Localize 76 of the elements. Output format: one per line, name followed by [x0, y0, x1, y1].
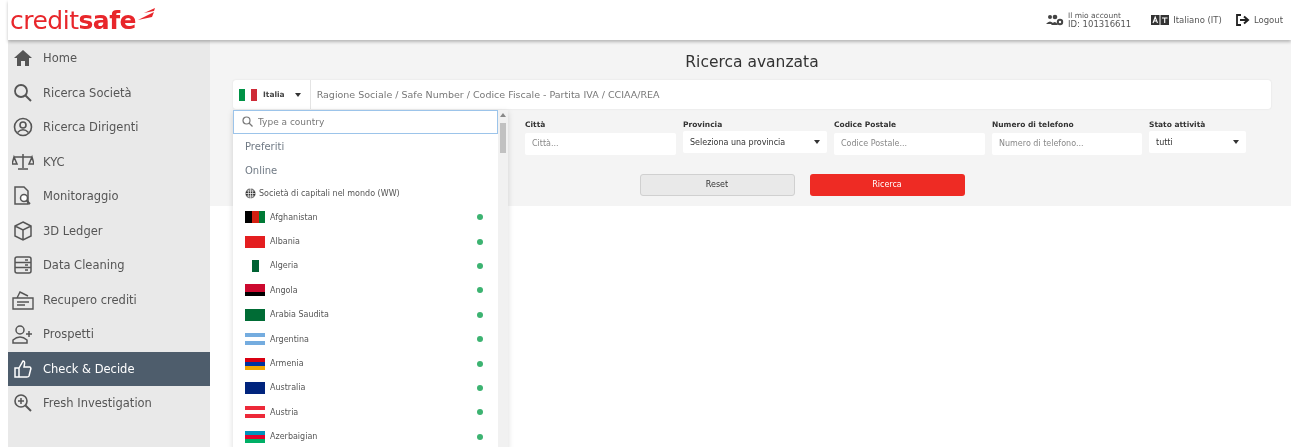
add-user-icon	[12, 324, 34, 345]
nav-item[interactable]: Home	[8, 41, 210, 76]
group-heading: Preferiti	[244, 139, 286, 154]
country-option[interactable]: Argentina	[233, 326, 498, 352]
flag-icon	[245, 308, 265, 321]
country-option[interactable]: Australia	[233, 375, 498, 401]
flag-icon	[245, 381, 265, 394]
logout-link[interactable]: Logout	[1235, 14, 1283, 26]
home-icon	[13, 49, 33, 68]
search-input[interactable]: Ragione Sociale / Safe Number / Codice Fiscale - Partita IVA / CCIAA/REA	[310, 88, 1271, 101]
country-option[interactable]: Algeria	[233, 253, 498, 279]
flag-icon	[245, 235, 265, 248]
country-name: Australia	[270, 383, 307, 393]
flag-icon	[245, 211, 265, 224]
globe-icon	[245, 188, 256, 199]
nav-item[interactable]: Monitoraggio	[8, 179, 210, 214]
country-search-field[interactable]: Type a country	[233, 110, 498, 134]
scales-icon	[12, 152, 34, 171]
nav-item[interactable]: KYC	[8, 144, 210, 179]
swoosh-icon	[136, 7, 157, 20]
page-title: Ricerca avanzata	[684, 52, 820, 72]
flag-icon	[245, 284, 265, 297]
language-icon	[1151, 15, 1170, 25]
document-search-icon	[13, 186, 33, 207]
text-field[interactable]: Codice Postale...	[834, 132, 985, 155]
nav-item[interactable]: Prospetti	[8, 317, 210, 352]
thumbs-up-icon	[13, 358, 33, 379]
country-option[interactable]: Afghanistan	[233, 205, 498, 230]
flag-icon	[239, 88, 257, 101]
logout-icon	[1235, 14, 1251, 26]
country-option[interactable]: Albania	[233, 229, 498, 254]
country-option[interactable]: Società di capitali nel mondo (WW)	[233, 182, 498, 205]
flag-icon	[245, 430, 265, 443]
country-option[interactable]: Arabia Saudita	[233, 302, 498, 327]
search-button[interactable]: Ricerca	[809, 173, 965, 196]
nav-item[interactable]: Recupero crediti	[8, 282, 210, 317]
country-option[interactable]: Austria	[233, 400, 498, 425]
search-icon	[242, 116, 253, 127]
person-icon	[13, 117, 33, 138]
search-icon	[13, 82, 33, 103]
country-name: Azerbaigian	[270, 432, 319, 442]
country-name: Algeria	[270, 261, 300, 271]
nav-item[interactable]: Data Cleaning	[8, 248, 210, 283]
nav-item[interactable]: Ricerca Società	[8, 75, 210, 110]
country-name: Afghanistan	[270, 212, 319, 222]
country-name: Austria	[270, 407, 300, 417]
users-gear-icon	[1046, 14, 1064, 26]
invoice-icon	[12, 289, 34, 310]
nav-item[interactable]: Check & Decide	[8, 351, 210, 386]
country-option[interactable]: Angola	[233, 278, 498, 303]
select-field[interactable]: tutti	[1149, 131, 1246, 153]
text-field[interactable]: Numero di telefono...	[992, 132, 1142, 155]
country-option[interactable]: Armenia	[233, 351, 498, 376]
cube-icon	[13, 220, 33, 241]
server-icon	[13, 255, 33, 276]
logo[interactable]: creditsafe	[10, 7, 137, 33]
nav-item[interactable]: 3D Ledger	[8, 213, 210, 248]
country-name: Arabia Saudita	[270, 310, 330, 320]
account-id: ID: 101316611	[1068, 19, 1132, 28]
country-option[interactable]: Azerbaigian	[233, 424, 498, 447]
select-field[interactable]: Seleziona una provincia	[683, 131, 827, 153]
nav-item[interactable]: Ricerca Dirigenti	[8, 110, 210, 145]
country-name: Albania	[270, 237, 301, 247]
text-field[interactable]: Città...	[525, 132, 676, 155]
flag-icon	[245, 333, 265, 346]
country-name: Armenia	[270, 359, 305, 369]
language-selector[interactable]: Italiano (IT)	[1173, 15, 1222, 25]
zoom-in-icon	[13, 393, 33, 414]
country-name: Argentina	[270, 334, 311, 344]
scrollbar[interactable]	[498, 110, 508, 447]
nav-item[interactable]: Fresh Investigation	[8, 386, 210, 421]
reset-button[interactable]: Reset	[639, 173, 795, 196]
flag-icon	[245, 357, 265, 370]
flag-icon	[245, 406, 265, 419]
group-heading: Online	[244, 163, 279, 178]
country-name: Angola	[270, 285, 299, 295]
